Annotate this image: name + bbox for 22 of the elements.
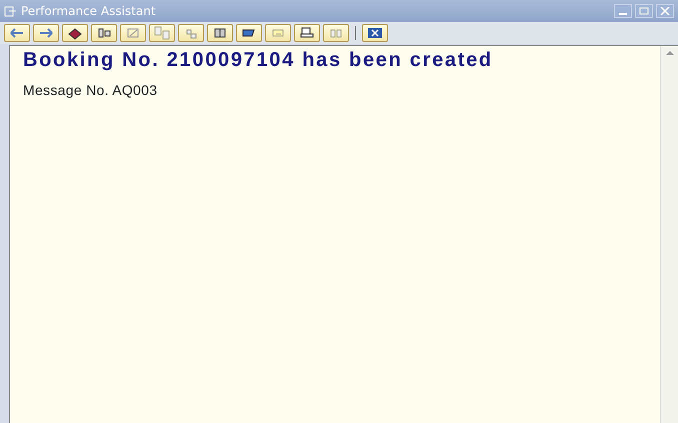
maximize-icon [639, 7, 649, 15]
close-icon [367, 27, 383, 39]
toolbar-button[interactable] [207, 24, 233, 42]
message-number: Message No. AQ003 [23, 82, 158, 98]
toolbar-button[interactable] [236, 24, 262, 42]
message-heading: Booking No. 2100097104 has been created [23, 49, 494, 72]
maximize-button[interactable] [635, 4, 653, 18]
toolbar-button[interactable] [362, 24, 388, 42]
close-button[interactable] [656, 4, 674, 18]
toolbar-button[interactable] [91, 24, 117, 42]
book-icon [67, 26, 83, 40]
minimize-button[interactable] [614, 4, 632, 18]
back-arrow-icon [9, 26, 25, 40]
scrollbar[interactable] [660, 46, 678, 423]
close-icon [660, 7, 670, 15]
printer-icon [299, 26, 315, 40]
forward-arrow-icon [38, 26, 54, 40]
toolbar-button[interactable] [294, 24, 320, 42]
toolbar-button[interactable] [62, 24, 88, 42]
window-icon [4, 6, 17, 16]
window-title: Performance Assistant [21, 4, 156, 18]
scroll-up-icon [666, 51, 674, 55]
